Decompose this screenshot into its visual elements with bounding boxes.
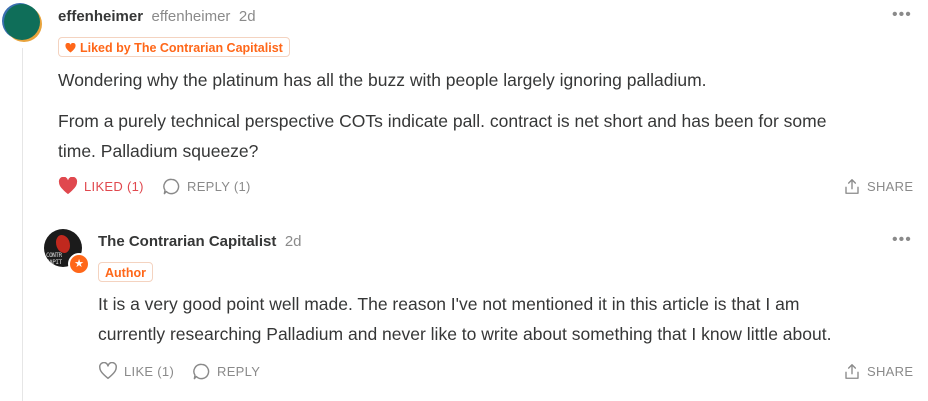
share-icon — [845, 364, 859, 379]
share-button[interactable]: SHARE — [843, 362, 913, 381]
heart-filled-icon — [58, 177, 78, 195]
reply-label: REPLY — [217, 364, 261, 379]
comment-body: It is a very good point well made. The r… — [98, 289, 831, 349]
heart-filled-icon — [65, 38, 76, 58]
comment-paragraph: It is a very good point well made. The r… — [98, 294, 800, 314]
author-handle[interactable]: effenheimer — [151, 8, 230, 25]
comment-paragraph: currently researching Palladium and neve… — [98, 324, 832, 344]
more-options-icon[interactable]: ••• — [892, 231, 912, 249]
author-badge: Author — [98, 262, 153, 282]
reply-button[interactable]: REPLY (1) — [162, 177, 251, 196]
reply-button[interactable]: REPLY — [192, 362, 260, 381]
badge-label: Liked by The Contrarian Capitalist — [80, 41, 283, 55]
comment-body: Wondering why the platinum has all the b… — [58, 65, 826, 166]
author-name[interactable]: effenheimer — [58, 8, 143, 25]
comment-header: The Contrarian Capitalist 2d — [98, 233, 302, 251]
reply-label: REPLY (1) — [187, 179, 251, 194]
speech-bubble-icon — [163, 178, 180, 195]
comment-header: effenheimer effenheimer 2d — [58, 8, 256, 26]
liked-button[interactable]: LIKED (1) — [58, 177, 144, 195]
share-button[interactable]: SHARE — [843, 177, 913, 196]
author-name[interactable]: The Contrarian Capitalist — [98, 233, 276, 250]
liked-by-badge: Liked by The Contrarian Capitalist — [58, 37, 290, 57]
logo-bird-shape — [56, 235, 70, 253]
comment-paragraph: From a purely technical perspective COTs… — [58, 111, 827, 131]
comment-paragraph: Wondering why the platinum has all the b… — [58, 70, 707, 90]
share-label: SHARE — [867, 364, 914, 379]
heart-outline-icon — [99, 362, 117, 380]
avatar[interactable] — [4, 4, 40, 40]
speech-bubble-icon — [193, 363, 210, 380]
more-options-icon[interactable]: ••• — [892, 6, 912, 24]
author-star-icon: ★ — [68, 253, 90, 275]
comment-paragraph: time. Palladium squeeze? — [58, 141, 259, 161]
like-button[interactable]: LIKE (1) — [98, 362, 174, 380]
share-label: SHARE — [867, 179, 914, 194]
share-icon — [845, 179, 859, 194]
like-label: LIKED (1) — [84, 178, 144, 194]
thread-line — [22, 48, 23, 401]
timestamp[interactable]: 2d — [239, 8, 256, 25]
like-label: LIKE (1) — [124, 363, 175, 379]
timestamp[interactable]: 2d — [285, 233, 302, 250]
